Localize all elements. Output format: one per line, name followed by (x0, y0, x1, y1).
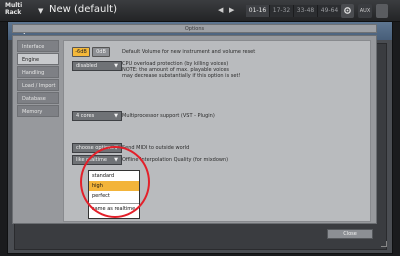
preset-menu-arrow-icon[interactable]: ▼ (38, 7, 43, 15)
host-close-icon[interactable] (376, 4, 388, 18)
aux-button[interactable]: AUX (358, 4, 372, 18)
chevron-down-icon: ▼ (114, 145, 118, 151)
rack-page-tabs: 01-16 17-32 33-48 49-64 (246, 5, 342, 17)
preset-name[interactable]: New (default) (49, 4, 117, 15)
category-database[interactable]: Database (17, 92, 59, 104)
chevron-down-icon: ▼ (114, 113, 118, 119)
category-engine[interactable]: Engine (17, 53, 59, 65)
close-button[interactable]: Close (327, 229, 373, 239)
category-handling[interactable]: Handling (17, 66, 59, 78)
settings-icon[interactable] (341, 4, 354, 18)
category-load-import[interactable]: Load / Import (17, 79, 59, 91)
tab-33-48[interactable]: 33-48 (294, 5, 318, 17)
midi-out-value: choose options (76, 145, 114, 151)
midi-out-label: Send MIDI to outside world (122, 145, 190, 151)
tab-17-32[interactable]: 17-32 (270, 5, 294, 17)
interpolation-label: Offline Interpolation Quality (for mixdo… (122, 157, 229, 163)
interpolation-options-list: standard high perfect same as realtime (88, 170, 140, 219)
interp-option-high[interactable]: high (89, 181, 139, 191)
interpolation-dropdown[interactable]: like realtime ▼ (72, 155, 122, 165)
cpu-protection-value: disabled (76, 63, 98, 69)
next-arrow-icon[interactable]: ▶ (229, 6, 234, 14)
options-panel: Interface Engine Handling Load / Import … (12, 35, 377, 224)
resize-grip-icon[interactable] (381, 241, 387, 247)
midi-out-dropdown[interactable]: choose options ▼ (72, 143, 122, 153)
volume-0db-button[interactable]: 0dB (92, 47, 110, 57)
interp-option-same-as-realtime[interactable]: same as realtime (89, 203, 139, 213)
host-toolbar: Multi Rack ▼ New (default) ◀ ▶ 01-16 17-… (0, 0, 400, 22)
interp-option-perfect[interactable]: perfect (89, 191, 139, 201)
chevron-down-icon: ▼ (114, 63, 118, 69)
chevron-down-icon: ▼ (114, 157, 118, 163)
category-interface[interactable]: Interface (17, 40, 59, 52)
category-list: Interface Engine Handling Load / Import … (17, 40, 59, 118)
options-header-label: Options (184, 26, 205, 32)
multicore-value: 4 cores (76, 113, 95, 119)
interpolation-value: like realtime (76, 157, 107, 163)
interp-option-standard[interactable]: standard (89, 171, 139, 181)
default-volume-label: Default Volume for new instrument and vo… (122, 49, 256, 55)
cpu-protection-label-3: may decrease substantially if this optio… (122, 73, 241, 79)
host-app-title: Multi Rack (5, 2, 23, 16)
volume-minus6db-button[interactable]: -6dB (72, 47, 90, 57)
prev-arrow-icon[interactable]: ◀ (218, 6, 223, 14)
options-header-bar: Options (12, 24, 377, 33)
tab-01-16[interactable]: 01-16 (246, 5, 270, 17)
category-memory[interactable]: Memory (17, 105, 59, 117)
cpu-protection-dropdown[interactable]: disabled ▼ (72, 61, 122, 71)
multicore-dropdown[interactable]: 4 cores ▼ (72, 111, 122, 121)
multicore-label: Multiprocessor support (VST - Plugin) (122, 113, 215, 119)
tab-49-64[interactable]: 49-64 (318, 5, 342, 17)
